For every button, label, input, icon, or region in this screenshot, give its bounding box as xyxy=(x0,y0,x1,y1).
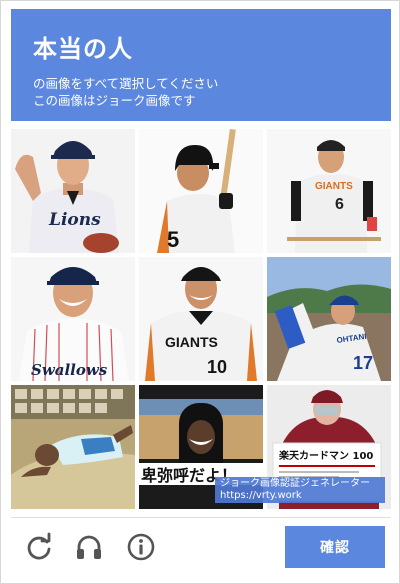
generator-watermark: ジョーク画像認証ジェネレーター https://vrty.work xyxy=(215,477,385,503)
watermark-title: ジョーク画像認証ジェネレーター xyxy=(220,478,370,489)
jersey-number-6: 6 xyxy=(335,196,344,213)
headphones-icon[interactable] xyxy=(73,531,105,563)
jersey-number-10: 10 xyxy=(207,357,227,377)
image-tile-7[interactable] xyxy=(11,385,135,509)
image-grid: Lions 5 GIANTS 6 Swallows GIANTS 10 OHTA… xyxy=(11,129,391,509)
card-title: 楽天カードマン 100 xyxy=(278,449,373,462)
captcha-instruction: の画像をすべて選択してください xyxy=(33,76,219,91)
jersey-text-giants: GIANTS xyxy=(315,181,353,192)
captcha-joke-notice: この画像はジョーク画像です xyxy=(33,93,196,108)
captcha-header: 本当の人 の画像をすべて選択してください この画像はジョーク画像です xyxy=(11,9,391,121)
image-tile-6[interactable]: OHTANI 17 xyxy=(267,257,391,381)
image-tile-1[interactable]: Lions xyxy=(11,129,135,253)
jersey-text-giants-2: GIANTS xyxy=(165,334,218,350)
jersey-number-5: 5 xyxy=(167,227,179,252)
image-tile-4[interactable]: Swallows xyxy=(11,257,135,381)
image-tile-2[interactable]: 5 xyxy=(139,129,263,253)
captcha-title: 本当の人 xyxy=(33,35,133,63)
reload-icon[interactable] xyxy=(23,531,55,563)
confirm-button[interactable]: 確認 xyxy=(285,526,385,568)
info-icon[interactable] xyxy=(125,531,157,563)
footer-divider xyxy=(11,517,391,518)
captcha-frame: 本当の人 の画像をすべて選択してください この画像はジョーク画像です Lions xyxy=(0,0,400,584)
jersey-number-17: 17 xyxy=(353,353,373,373)
image-tile-3[interactable]: GIANTS 6 xyxy=(267,129,391,253)
jersey-text-swallows: Swallows xyxy=(31,361,108,379)
watermark-url: https://vrty.work xyxy=(220,490,302,501)
jersey-text-lions: Lions xyxy=(48,210,101,230)
image-tile-5[interactable]: GIANTS 10 xyxy=(139,257,263,381)
